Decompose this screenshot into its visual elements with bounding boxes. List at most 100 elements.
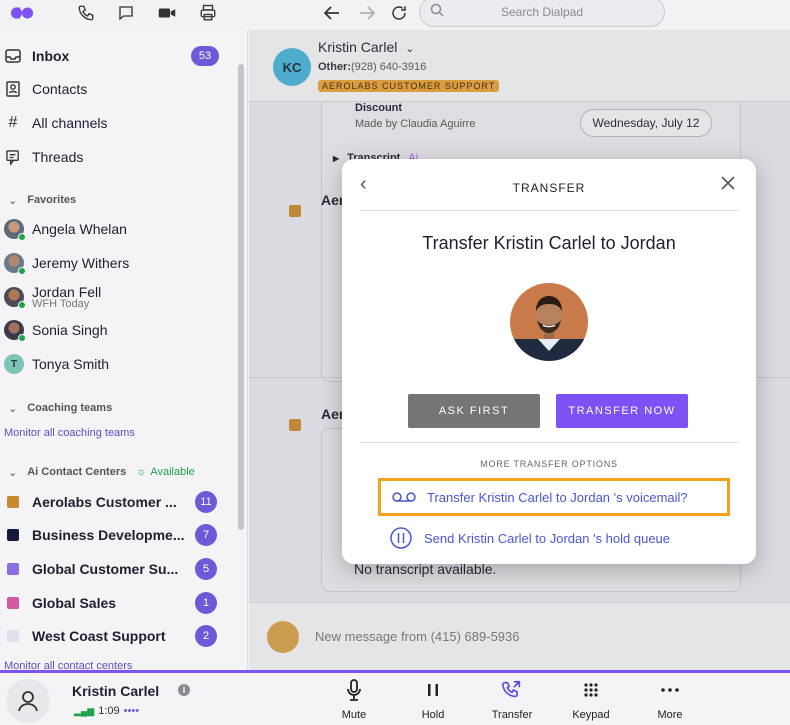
microphone-icon — [346, 677, 362, 703]
contact-center-global-sales[interactable]: Global Sales — [7, 590, 116, 616]
center-color-swatch — [7, 563, 19, 575]
back-arrow-icon[interactable] — [320, 2, 344, 24]
center-color-swatch — [7, 529, 19, 541]
chevron-down-icon: ⌄ — [8, 194, 18, 207]
transfer-to-voicemail-option[interactable]: Transfer Kristin Carlel to Jordan 's voi… — [378, 478, 730, 516]
coaching-teams-heading[interactable]: ⌄ Coaching teams — [8, 399, 112, 417]
favorites-heading[interactable]: ⌄ Favorites — [8, 191, 76, 209]
divider — [360, 210, 738, 211]
keypad-icon — [583, 677, 599, 703]
online-status-dot — [18, 334, 26, 342]
contact-center-business-development[interactable]: Business Developme... — [7, 522, 185, 548]
avatar — [4, 287, 26, 309]
dots-icon: •••• — [123, 705, 140, 717]
avatar — [4, 253, 26, 275]
center-color-swatch — [7, 630, 19, 642]
contact-center-aerolabs[interactable]: Aerolabs Customer ... — [7, 489, 177, 515]
sidebar-item-inbox[interactable]: Inbox — [0, 43, 69, 69]
more-options-heading: MORE TRANSFER OPTIONS — [480, 459, 618, 469]
center-count-badge: 2 — [195, 625, 217, 647]
favorite-name: Sonia Singh — [32, 322, 108, 338]
hash-icon: # — [8, 114, 18, 131]
sidebar-scrollbar[interactable] — [238, 64, 244, 530]
keypad-button[interactable]: Keypad — [561, 677, 621, 721]
contact-center-global-customer-support[interactable]: Global Customer Su... — [7, 556, 178, 582]
inbox-icon — [0, 49, 26, 63]
online-status-dot — [18, 301, 26, 309]
sidebar-item-label: Contacts — [32, 81, 88, 97]
favorite-name: Angela Whelan — [32, 221, 127, 237]
transfer-phone-icon — [501, 677, 523, 703]
mute-button[interactable]: Mute — [324, 677, 384, 721]
transfer-target-avatar — [510, 283, 588, 361]
favorite-name: Tonya Smith — [32, 356, 110, 372]
favorite-jordan-fell[interactable]: Jordan Fell WFH Today — [4, 282, 101, 312]
search-placeholder: Search Dialpad — [500, 5, 584, 19]
center-name: Business Developme... — [32, 527, 185, 543]
center-name: West Coast Support — [32, 628, 166, 644]
voicemail-icon — [391, 491, 417, 503]
favorite-sonia-singh[interactable]: Sonia Singh — [4, 315, 108, 345]
divider — [360, 442, 738, 443]
dialpad-logo[interactable] — [10, 2, 34, 24]
sidebar-item-label: Inbox — [32, 48, 70, 64]
favorite-jeremy-withers[interactable]: Jeremy Withers — [4, 248, 129, 278]
transfer-now-button[interactable]: TRANSFER NOW — [556, 394, 688, 428]
caller-name: Kristin Carlel — [72, 683, 160, 699]
printer-icon[interactable] — [196, 2, 220, 24]
more-button[interactable]: More — [640, 677, 700, 721]
favorite-name: Jeremy Withers — [32, 255, 130, 271]
online-status-dot — [18, 267, 26, 275]
center-count-badge: 7 — [195, 524, 217, 546]
voicemail-option-label: Transfer Kristin Carlel to Jordan 's voi… — [427, 489, 688, 505]
caller-avatar — [6, 679, 50, 723]
sidebar-item-threads[interactable]: Threads — [0, 144, 83, 170]
modal-title: TRANSFER — [512, 181, 586, 195]
search-input[interactable]: Search Dialpad — [419, 0, 665, 27]
favorite-angela-whelan[interactable]: Angela Whelan — [4, 214, 127, 244]
call-duration: ▂▄▆ 1:09 •••• — [74, 705, 140, 717]
close-icon[interactable] — [720, 175, 736, 194]
chat-icon[interactable] — [114, 2, 138, 24]
contact-centers-heading[interactable]: ⌄ Ai Contact Centers ☼ Available — [8, 463, 195, 481]
monitor-contact-centers-link[interactable]: Monitor all contact centers — [4, 660, 132, 670]
center-count-badge: 1 — [195, 592, 217, 614]
sidebar-item-label: All channels — [32, 115, 108, 131]
online-status-dot — [18, 233, 26, 241]
sidebar-item-label: Threads — [32, 149, 84, 165]
center-name: Global Sales — [32, 595, 117, 611]
favorite-status: WFH Today — [32, 297, 90, 310]
send-to-hold-queue-option[interactable]: Send Kristin Carlel to Jordan 's hold qu… — [378, 519, 730, 557]
contacts-icon — [0, 81, 26, 97]
avatar — [4, 219, 26, 241]
availability-icon: ☼ — [136, 466, 147, 478]
threads-icon — [0, 149, 26, 165]
video-icon[interactable] — [155, 2, 179, 24]
info-icon[interactable]: i — [178, 684, 190, 696]
center-color-swatch — [7, 597, 19, 609]
favorite-tonya-smith[interactable]: T Tonya Smith — [4, 349, 109, 379]
monitor-coaching-teams-link[interactable]: Monitor all coaching teams — [4, 427, 135, 439]
center-count-badge: 5 — [195, 558, 217, 580]
hold-button[interactable]: Hold — [403, 677, 463, 721]
ask-first-button[interactable]: ASK FIRST — [408, 394, 540, 428]
center-name: Aerolabs Customer ... — [32, 494, 177, 510]
transfer-button[interactable]: Transfer — [482, 677, 542, 721]
sidebar-item-all-channels[interactable]: # All channels — [0, 110, 108, 136]
sidebar-item-contacts[interactable]: Contacts — [0, 76, 87, 102]
center-color-swatch — [7, 496, 19, 508]
phone-icon[interactable] — [74, 2, 98, 24]
refresh-icon[interactable] — [387, 2, 411, 24]
more-dots-icon — [661, 677, 679, 703]
forward-arrow-icon[interactable] — [355, 2, 379, 24]
pause-icon — [427, 677, 439, 703]
signal-icon: ▂▄▆ — [74, 706, 95, 716]
active-call-bar: Kristin Carlel i ▂▄▆ 1:09 •••• Mute Hold T… — [0, 670, 790, 725]
contact-center-west-coast-support[interactable]: West Coast Support — [7, 623, 166, 649]
chevron-down-icon: ⌄ — [8, 466, 18, 479]
favorite-name: Jordan Fell — [32, 283, 102, 300]
hold-queue-icon — [388, 526, 414, 550]
avatar: T — [4, 354, 24, 374]
center-name: Global Customer Su... — [32, 561, 179, 577]
transfer-heading: Transfer Kristin Carlel to Jordan — [422, 233, 676, 253]
